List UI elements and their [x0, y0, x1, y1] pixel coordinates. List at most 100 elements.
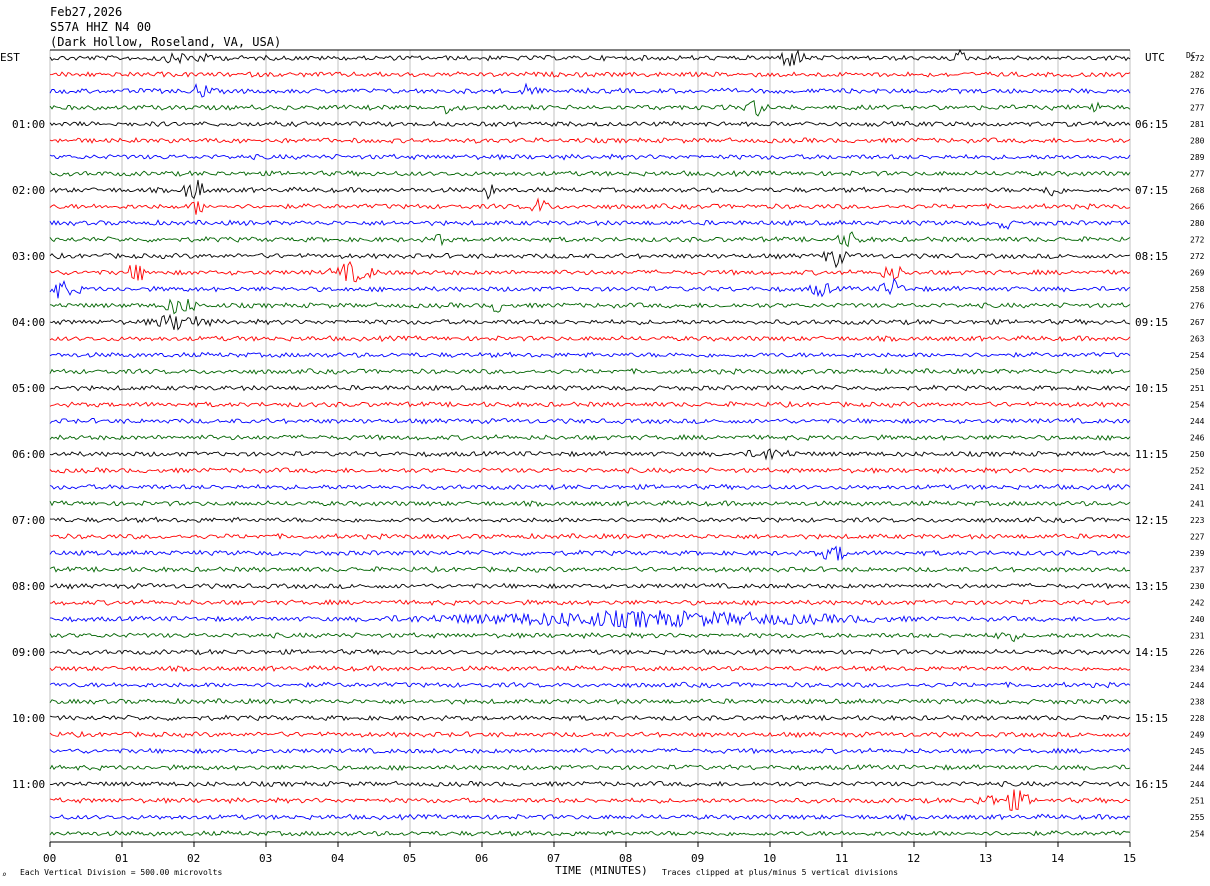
dc-offset-label-22: 244 [1190, 417, 1205, 426]
seismic-trace-8 [49, 179, 1131, 200]
utc-hour-label-13:15: 13:15 [1135, 580, 1168, 593]
dc-offset-label-6: 289 [1190, 153, 1205, 162]
seismic-trace-7 [49, 170, 1131, 178]
seismic-trace-32 [49, 582, 1131, 590]
dc-offset-label-19: 250 [1190, 368, 1205, 377]
est-hour-label-03:00: 03:00 [12, 250, 45, 263]
seismic-trace-30 [49, 545, 1131, 561]
station-label: S57A HHZ N4 00 [50, 20, 151, 34]
utc-hour-label-07:15: 07:15 [1135, 184, 1168, 197]
seismic-trace-6 [49, 153, 1131, 161]
dc-offset-label-2: 276 [1190, 87, 1205, 96]
dc-offset-label-18: 254 [1190, 351, 1205, 360]
x-tick-label-10: 10 [763, 852, 776, 865]
seismic-trace-22 [49, 417, 1131, 425]
dc-offset-label-7: 277 [1190, 170, 1205, 179]
dc-offset-label-14: 258 [1190, 285, 1205, 294]
dc-offset-label-12: 272 [1190, 252, 1205, 261]
seismic-trace-39 [49, 697, 1131, 705]
x-tick-label-04: 04 [331, 852, 345, 865]
dc-offset-label-35: 231 [1190, 632, 1205, 641]
x-tick-label-05: 05 [403, 852, 416, 865]
dc-offset-label-1: 282 [1190, 71, 1205, 80]
est-hour-label-10:00: 10:00 [12, 712, 45, 725]
seismic-trace-1 [49, 70, 1131, 78]
utc-hour-label-15:15: 15:15 [1135, 712, 1168, 725]
seismic-trace-4 [49, 120, 1131, 128]
seismogram-page: Feb27,2026 S57A HHZ N4 00 (Dark Hollow, … [0, 0, 1210, 886]
seismic-trace-2 [49, 82, 1131, 98]
seismic-trace-36 [49, 648, 1131, 656]
dc-offset-label-28: 223 [1190, 516, 1205, 525]
vertical-division-note: Each Vertical Division = 500.00 microvol… [20, 868, 222, 877]
dc-offset-label-29: 227 [1190, 533, 1205, 542]
x-tick-label-03: 03 [259, 852, 272, 865]
seismic-trace-14 [49, 277, 1131, 299]
helicorder-chart: Feb27,2026 S57A HHZ N4 00 (Dark Hollow, … [0, 5, 1205, 879]
seismic-trace-18 [49, 351, 1131, 359]
dc-offset-label-4: 281 [1190, 120, 1205, 129]
dc-offset-label-24: 250 [1190, 450, 1205, 459]
seismic-trace-25 [49, 467, 1131, 475]
x-axis-label: TIME (MINUTES) [555, 864, 648, 877]
dc-offset-label-37: 234 [1190, 665, 1205, 674]
dc-offset-label-10: 280 [1190, 219, 1205, 228]
utc-hour-label-08:15: 08:15 [1135, 250, 1168, 263]
seismic-trace-13 [49, 261, 1131, 283]
clipping-note: Traces clipped at plus/minus 5 vertical … [662, 868, 898, 877]
dc-offset-label-30: 239 [1190, 549, 1205, 558]
utc-hour-labels: 06:15 07:15 08:15 09:15 10:15 11:15 12:15 13:15… [1135, 118, 1168, 791]
seismic-trace-5 [49, 136, 1131, 144]
dc-offset-label-26: 241 [1190, 483, 1205, 492]
dc-offset-label-20: 251 [1190, 384, 1205, 393]
seismic-trace-41 [49, 730, 1131, 739]
minute-gridlines [49, 49, 1131, 843]
seismic-trace-23 [49, 433, 1131, 442]
est-hour-label-06:00: 06:00 [12, 448, 45, 461]
date-label: Feb27,2026 [50, 5, 122, 19]
utc-hour-label-12:15: 12:15 [1135, 514, 1168, 527]
seismic-trace-37 [49, 664, 1131, 673]
seismic-trace-40 [49, 714, 1131, 722]
dc-offset-label-5: 280 [1190, 137, 1205, 146]
x-tick-label-00: 00 [43, 852, 56, 865]
seismic-trace-9 [49, 197, 1131, 215]
seismic-trace-29 [49, 532, 1131, 540]
x-tick-label-13: 13 [979, 852, 992, 865]
seismic-trace-38 [49, 681, 1131, 689]
x-tick-label-02: 02 [187, 852, 200, 865]
x-tick-label-09: 09 [691, 852, 704, 865]
dc-offset-label-16: 267 [1190, 318, 1205, 327]
utc-hour-label-06:15: 06:15 [1135, 118, 1168, 131]
seismic-trace-42 [49, 747, 1131, 755]
est-hour-label-07:00: 07:00 [12, 514, 45, 527]
dc-offset-label-21: 254 [1190, 401, 1205, 410]
seismic-trace-16 [49, 313, 1131, 331]
utc-hour-label-09:15: 09:15 [1135, 316, 1168, 329]
utc-hour-label-10:15: 10:15 [1135, 382, 1168, 395]
left-axis-title: EST [0, 51, 20, 64]
dc-offset-label-38: 244 [1190, 681, 1205, 690]
dc-offset-label-31: 237 [1190, 566, 1205, 575]
dc-offset-label-45: 251 [1190, 797, 1205, 806]
est-hour-labels: 01:00 02:00 03:00 04:00 05:00 06:00 07:00 08:00… [12, 118, 45, 791]
dc-offset-label-36: 226 [1190, 648, 1205, 657]
dc-offset-label-9: 266 [1190, 203, 1205, 212]
seismic-trace-31 [49, 565, 1131, 573]
seismic-trace-44 [49, 780, 1131, 788]
seismic-trace-11 [49, 231, 1131, 248]
est-hour-label-02:00: 02:00 [12, 184, 45, 197]
x-tick-label-01: 01 [115, 852, 128, 865]
seismic-trace-43 [49, 764, 1131, 772]
seismic-trace-20 [49, 384, 1131, 392]
dc-offset-label-43: 244 [1190, 764, 1205, 773]
utc-hour-label-16:15: 16:15 [1135, 778, 1168, 791]
seismic-trace-17 [49, 335, 1131, 343]
dc-offset-label-41: 249 [1190, 731, 1205, 740]
dc-offset-label-3: 277 [1190, 104, 1205, 113]
seismic-trace-26 [49, 483, 1131, 491]
est-hour-label-08:00: 08:00 [12, 580, 45, 593]
trace-group [49, 49, 1131, 837]
x-tick-label-14: 14 [1051, 852, 1065, 865]
seismic-trace-24 [49, 448, 1131, 461]
